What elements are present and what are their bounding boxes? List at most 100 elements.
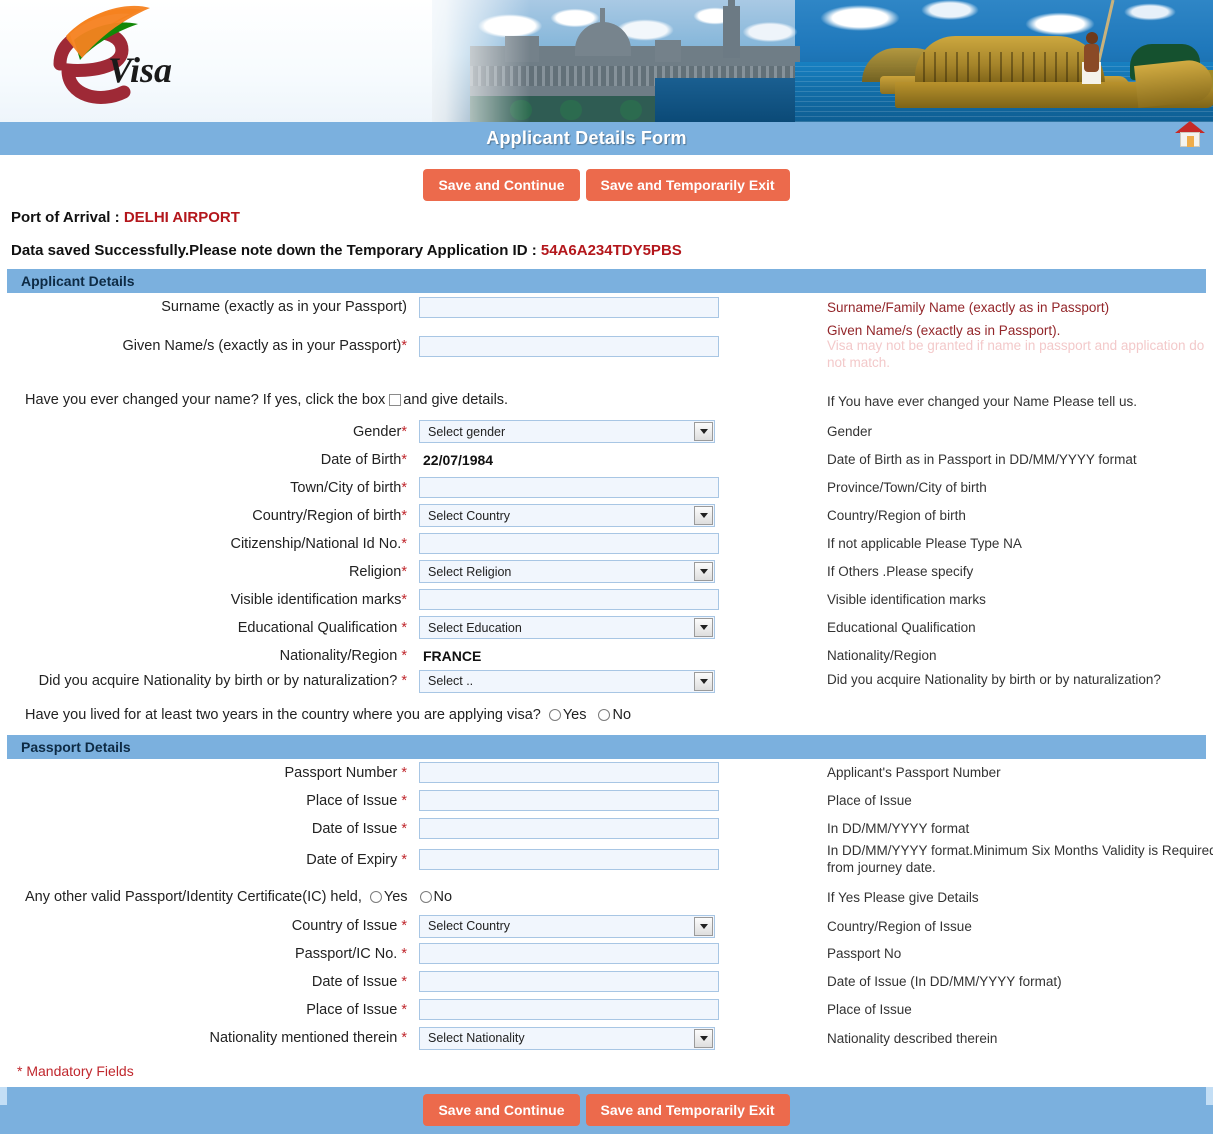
required-marker: *: [401, 820, 407, 837]
date-of-birth-hint: Date of Birth as in Passport in DD/MM/YY…: [819, 446, 1213, 474]
religion-hint: If Others .Please specify: [819, 558, 1213, 586]
passport-date-of-expiry-field-cell: [415, 843, 819, 877]
evisa-logo[interactable]: Visa: [30, 4, 230, 116]
boatman-head: [1086, 32, 1098, 44]
applicant-details-heading: Applicant Details: [7, 269, 1206, 293]
passport-date-of-expiry-input[interactable]: [419, 849, 719, 871]
table-row: Date of Issue * In DD/MM/YYYY format: [7, 815, 1213, 843]
education-label-text: Educational Qualification: [237, 619, 402, 636]
required-marker: *: [401, 673, 407, 690]
save-and-temporarily-exit-button-bottom[interactable]: Save and Temporarily Exit: [585, 1094, 790, 1126]
ic-country-of-issue-field-cell: Select Country: [415, 913, 819, 940]
ic-date-of-issue-hint-text: Date of Issue (In DD/MM/YYYY format): [827, 974, 1062, 989]
other-passport-hint-text: If Yes Please give Details: [827, 890, 979, 905]
passport-place-of-issue-field-cell: [415, 787, 819, 815]
table-row: Place of Issue * Place of Issue: [7, 787, 1213, 815]
surname-input[interactable]: [419, 296, 719, 318]
identification-marks-hint: Visible identification marks: [819, 586, 1213, 614]
acquired-nationality-field-cell: Select ..: [415, 669, 819, 693]
given-name-input[interactable]: [419, 335, 719, 357]
ic-country-of-issue-hint-text: Country/Region of Issue: [827, 918, 972, 934]
boatman-body: [1084, 44, 1099, 72]
save-and-temporarily-exit-button-top[interactable]: Save and Temporarily Exit: [585, 169, 790, 201]
nationality-value: FRANCE: [423, 647, 482, 664]
lived-two-years-question: Have you lived for at least two years in…: [7, 701, 1213, 729]
ic-place-of-issue-input[interactable]: [419, 999, 719, 1020]
ic-country-of-issue-select[interactable]: Select Country: [419, 914, 715, 938]
table-row: Educational Qualification * Select Educa…: [7, 614, 1213, 642]
country-of-birth-label: Country/Region of birth*: [7, 502, 415, 530]
chevron-down-icon: [694, 671, 713, 691]
save-and-continue-button-top[interactable]: Save and Continue: [423, 169, 580, 201]
other-passport-question: Any other valid Passport/Identity Certif…: [7, 883, 819, 911]
given-name-hint: Given Name/s (exactly as in Passport). V…: [819, 321, 1213, 372]
chevron-down-icon: [694, 618, 713, 638]
surname-hint: Surname/Family Name (exactly as in Passp…: [819, 293, 1213, 321]
ic-place-of-issue-hint: Place of Issue: [819, 996, 1213, 1024]
religion-select[interactable]: Select Religion: [419, 560, 715, 584]
passport-place-of-issue-label: Place of Issue *: [7, 787, 415, 815]
citizenship-id-input[interactable]: [419, 533, 719, 555]
given-name-hint-text: Given Name/s (exactly as in Passport).: [827, 323, 1061, 338]
port-of-arrival-value: DELHI AIRPORT: [123, 209, 240, 226]
other-passport-radio-no[interactable]: [419, 890, 432, 903]
education-select[interactable]: Select Education: [419, 616, 715, 640]
name-change-checkbox[interactable]: [389, 393, 402, 406]
country-of-birth-select[interactable]: Select Country: [419, 504, 715, 528]
acquired-nationality-select-value: Select ..: [428, 674, 474, 689]
ic-date-of-issue-field-cell: [415, 968, 819, 996]
identification-marks-input[interactable]: [419, 589, 719, 611]
table-row: Nationality mentioned therein * Select N…: [7, 1024, 1213, 1053]
saved-status-message: Data saved Successfully.Please note down…: [7, 226, 1206, 269]
country-of-birth-hint: Country/Region of birth: [819, 502, 1213, 530]
religion-hint-text: If Others .Please specify: [827, 564, 974, 580]
home-icon[interactable]: [1173, 118, 1207, 152]
other-passport-yes-label: Yes: [383, 888, 408, 905]
ic-number-input[interactable]: [419, 943, 719, 964]
nationality-label: Nationality/Region *: [7, 642, 415, 670]
passport-place-of-issue-hint: Place of Issue: [819, 787, 1213, 815]
name-change-question-cell: Have you ever changed your name? If yes,…: [7, 372, 819, 418]
ic-nationality-label: Nationality mentioned therein *: [7, 1024, 415, 1053]
ic-date-of-issue-hint: Date of Issue (In DD/MM/YYYY format): [819, 968, 1213, 996]
top-button-row: Save and Continue Save and Temporarily E…: [7, 155, 1206, 205]
religion-select-value: Select Religion: [428, 564, 512, 579]
religion-label: Religion*: [7, 558, 415, 586]
passport-place-of-issue-hint-text: Place of Issue: [827, 793, 912, 809]
ic-date-of-issue-label-text: Date of Issue: [311, 973, 402, 990]
town-of-birth-field-cell: [415, 474, 819, 502]
acquired-nationality-select[interactable]: Select ..: [419, 669, 715, 693]
town-of-birth-hint-text: Province/Town/City of birth: [827, 480, 987, 496]
date-of-birth-hint-text: Date of Birth as in Passport in DD/MM/YY…: [827, 452, 1137, 468]
ic-place-of-issue-hint-text: Place of Issue: [827, 1002, 912, 1017]
ic-nationality-select[interactable]: Select Nationality: [419, 1026, 715, 1050]
passport-date-of-issue-input[interactable]: [419, 818, 719, 840]
ic-country-of-issue-label: Country of Issue *: [7, 913, 415, 940]
other-passport-radio-yes[interactable]: [369, 890, 382, 903]
town-of-birth-input[interactable]: [419, 477, 719, 499]
save-and-continue-button-bottom[interactable]: Save and Continue: [423, 1094, 580, 1126]
chevron-down-icon: [694, 506, 713, 526]
houseboat-canopy: [915, 36, 1105, 84]
passport-details-table: Passport Number * Applicant's Passport N…: [7, 759, 1213, 1053]
education-select-value: Select Education: [428, 620, 522, 635]
table-row: Given Name/s (exactly as in your Passpor…: [7, 321, 1213, 372]
port-of-arrival: Port of Arrival : DELHI AIRPORT: [7, 205, 1206, 226]
date-of-birth-label-text: Date of Birth: [320, 451, 402, 468]
education-field-cell: Select Education: [415, 614, 819, 642]
passport-number-input[interactable]: [419, 762, 719, 784]
ic-date-of-issue-input[interactable]: [419, 971, 719, 992]
required-marker: *: [401, 507, 407, 524]
gender-select[interactable]: Select gender: [419, 420, 715, 444]
gender-field-cell: Select gender: [415, 418, 819, 446]
lived-two-years-radio-no[interactable]: [598, 708, 611, 721]
acquired-nationality-label: Did you acquire Nationality by birth or …: [7, 670, 415, 693]
passport-place-of-issue-input[interactable]: [419, 790, 719, 812]
required-marker: *: [401, 945, 407, 962]
lived-two-years-radio-yes[interactable]: [548, 708, 561, 721]
ic-date-of-issue-label: Date of Issue *: [7, 968, 415, 996]
form-title-bar: Applicant Details Form: [0, 121, 1213, 155]
required-marker: *: [401, 591, 407, 608]
country-of-birth-select-value: Select Country: [428, 508, 510, 523]
country-of-birth-label-text: Country/Region of birth: [252, 507, 402, 524]
